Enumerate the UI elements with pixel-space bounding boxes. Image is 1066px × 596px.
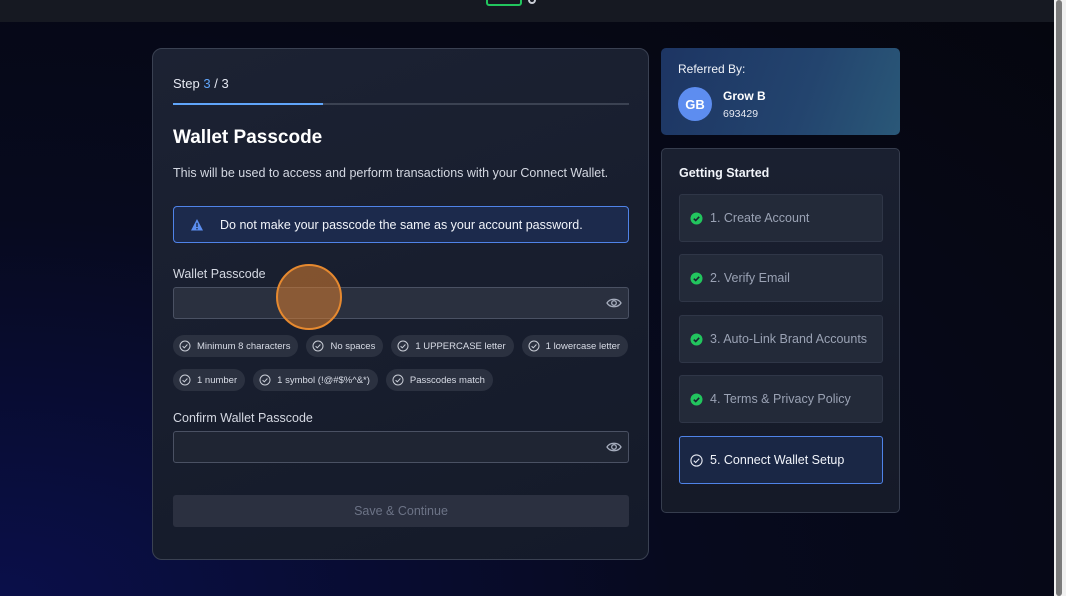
avatar: GB [678,87,712,121]
requirement-text: No spaces [330,340,376,352]
cursor-highlight [276,264,342,330]
eye-icon[interactable] [606,440,622,454]
getting-started-item-label: 1. Create Account [710,211,810,225]
page-title: Wallet Passcode [173,127,323,148]
referral-card: Referred By: GB Grow B 693429 [661,48,900,135]
check-circle-icon [179,340,191,352]
step-progress-bar [173,103,629,105]
requirement-chip: 1 lowercase letter [521,335,629,357]
check-circle-icon [179,374,191,386]
check-circle-icon [528,340,540,352]
requirement-text: Passcodes match [409,374,485,386]
requirement-text: 1 lowercase letter [545,340,621,352]
step-prefix: Step [173,76,200,91]
passcode-requirements-row-1: Minimum 8 characters No spaces 1 UPPERCA… [173,335,643,357]
check-circle-icon [690,212,703,224]
save-continue-button[interactable]: Save & Continue [173,495,629,527]
getting-started-item-connect-wallet-setup[interactable]: 5. Connect Wallet Setup [679,436,883,484]
confirm-passcode-input[interactable] [174,432,628,462]
warning-icon [191,218,203,230]
step-progress-fill [173,103,324,105]
check-circle-icon [312,340,324,352]
referrer-name: Grow B [723,89,766,103]
getting-started-item-label: 4. Terms & Privacy Policy [710,392,851,406]
brand-logo-mark-icon [528,0,536,4]
getting-started-card: Getting Started 1. Create Account 2. Ver… [661,148,900,513]
requirement-text: Minimum 8 characters [197,340,291,352]
step-current: 3 [203,76,211,91]
getting-started-item-verify-email[interactable]: 2. Verify Email [679,254,883,302]
check-circle-icon [259,374,271,386]
requirement-chip: No spaces [306,335,384,357]
getting-started-title: Getting Started [679,166,770,180]
top-bar [0,0,1054,22]
passcode-warning-alert: Do not make your passcode the same as yo… [173,206,629,243]
check-circle-icon [690,393,703,405]
eye-icon[interactable] [606,296,622,310]
requirement-chip: Minimum 8 characters [173,335,299,357]
check-circle-icon [690,272,703,284]
referrer-code: 693429 [723,108,759,120]
getting-started-item-auto-link-brand-accounts[interactable]: 3. Auto-Link Brand Accounts [679,315,883,363]
step-indicator: Step 3 / 3 [173,76,229,91]
brand-logo-icon[interactable] [486,0,522,6]
referral-title: Referred By: [678,62,746,76]
confirm-passcode-field-wrapper [173,431,629,463]
passcode-field-wrapper [173,287,629,319]
requirement-chip: 1 number [173,369,246,391]
page-description: This will be used to access and perform … [173,166,609,180]
getting-started-item-create-account[interactable]: 1. Create Account [679,194,883,242]
confirm-passcode-label: Confirm Wallet Passcode [173,411,313,425]
scrollbar-thumb[interactable] [1056,0,1062,596]
alert-text: Do not make your passcode the same as yo… [220,217,583,232]
passcode-input[interactable] [174,288,628,318]
passcode-label: Wallet Passcode [173,267,266,281]
getting-started-item-label: 3. Auto-Link Brand Accounts [710,332,868,346]
check-circle-icon [690,333,703,345]
check-circle-outline-icon [690,453,703,467]
step-total: 3 [221,76,229,91]
requirement-chip: 1 UPPERCASE letter [391,335,514,357]
requirement-text: 1 number [197,374,238,386]
wallet-passcode-card: Step 3 / 3 Wallet Passcode This will be … [152,48,649,560]
requirement-text: 1 UPPERCASE letter [415,340,506,352]
requirement-text: 1 symbol (!@#$%^&*) [277,374,370,386]
check-circle-icon [392,374,404,386]
getting-started-item-label: 5. Connect Wallet Setup [710,453,845,467]
getting-started-item-label: 2. Verify Email [710,271,790,285]
check-circle-icon [397,340,409,352]
requirement-chip: Passcodes match [385,369,493,391]
getting-started-item-terms-privacy[interactable]: 4. Terms & Privacy Policy [679,375,883,423]
step-separator: / [214,76,218,91]
passcode-requirements-row-2: 1 number 1 symbol (!@#$%^&*) Passcodes m… [173,369,643,391]
requirement-chip: 1 symbol (!@#$%^&*) [253,369,378,391]
